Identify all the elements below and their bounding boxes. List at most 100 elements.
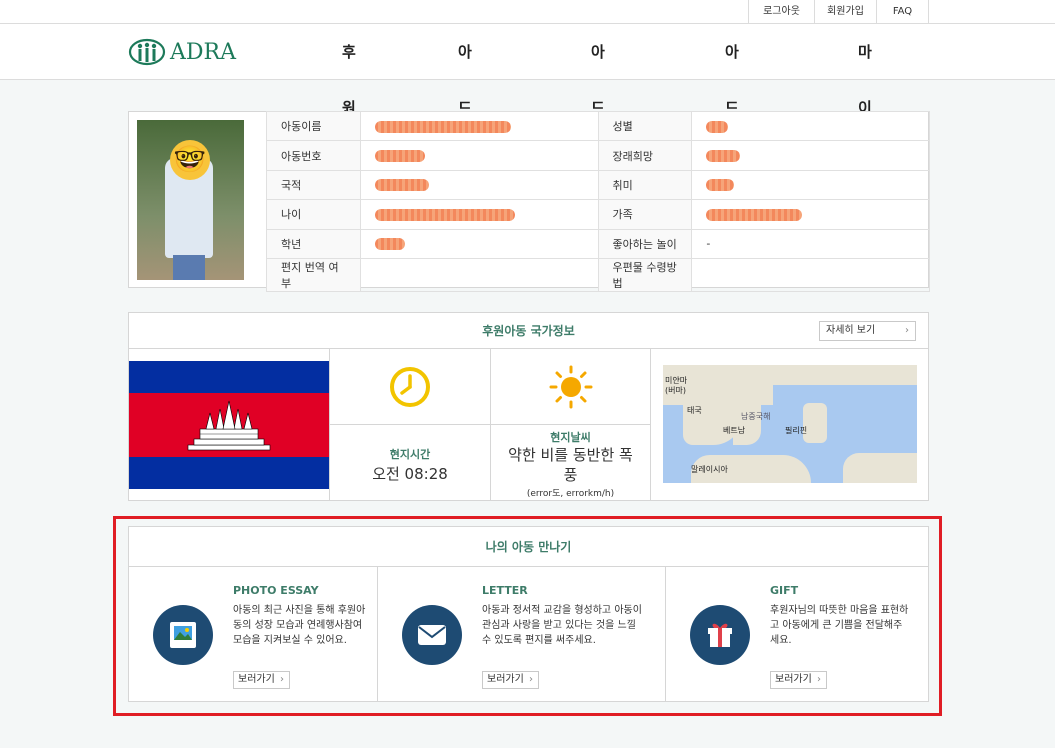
map-land [773, 365, 917, 385]
profile-table: 아동이름 성별 아동번호 장래희망 국적 취미 나이 가족 학년 좋아하는 놀이 [266, 110, 930, 292]
label-grade: 학년 [266, 228, 361, 259]
gift-card: GIFT 후원자님의 따뜻한 마음을 표현하고 아동에게 큰 기쁨을 전달해주세… [665, 567, 928, 701]
redacted-mark [374, 238, 405, 251]
logout-link[interactable]: 로그아웃 [749, 0, 815, 24]
value-gender [691, 110, 930, 142]
local-weather-detail: (error도, errorkm/h) [526, 489, 615, 499]
label-family: 가족 [597, 199, 693, 230]
view-button-label: 보러가기 [775, 674, 812, 685]
local-weather-cell: 현지날씨 약한 비를 동반한 폭풍 (error도, errorkm/h) [490, 349, 650, 500]
value-grade [359, 228, 599, 259]
brand-name: ADRA [170, 39, 236, 65]
label-child-number: 아동번호 [266, 140, 361, 171]
value-age [359, 199, 599, 230]
child-photo: 🤓 [137, 120, 244, 280]
map-land [843, 453, 917, 483]
label-dream: 장래희망 [597, 140, 693, 171]
map-land [803, 403, 827, 443]
clock-icon [390, 367, 430, 407]
photo-essay-card: PHOTO ESSAY 아동의 최근 사진을 통해 후원아동의 성장 모습과 연… [129, 567, 377, 701]
map-label-thailand: 태국 [687, 406, 702, 415]
child-legs [173, 255, 205, 280]
gift-heading: GIFT [770, 584, 799, 597]
angkor-wat-icon [187, 400, 271, 451]
label-gender: 성별 [597, 110, 693, 142]
cambodia-flag [129, 361, 329, 489]
value-dream [691, 140, 930, 171]
redacted-mark [706, 120, 729, 133]
letter-circle [402, 605, 462, 665]
country-map[interactable]: 미얀마 (버마) 태국 남중국해 베트남 필리핀 말레이시아 [663, 365, 917, 483]
gift-icon [708, 623, 732, 647]
label-letter-translation: 편지 번역 여부 [266, 257, 361, 292]
chevron-right-icon: › [280, 674, 284, 685]
label-age: 나이 [266, 199, 361, 230]
flag-stripe [129, 361, 329, 393]
redacted-mark [706, 179, 735, 192]
adra-logo-icon [128, 38, 166, 66]
local-time-label: 현지시간 [389, 448, 431, 461]
view-button-label: 보러가기 [487, 674, 524, 685]
value-family [691, 199, 930, 230]
map-label-malaysia: 말레이시아 [691, 465, 728, 474]
local-weather-value: 약한 비를 동반한 폭풍 [508, 446, 633, 484]
signup-link[interactable]: 회원가입 [815, 0, 877, 24]
meet-title: 나의 아동 만나기 [129, 527, 928, 567]
table-row: 국적 취미 [266, 169, 930, 201]
redacted-mark [374, 179, 429, 192]
local-time-value: 오전 08:28 [372, 465, 448, 483]
utility-links: 로그아웃 회원가입 FAQ [748, 0, 929, 24]
value-mail-receipt [691, 257, 930, 292]
local-time-cell: 현지시간 오전 08:28 [329, 349, 490, 500]
envelope-icon [418, 625, 446, 645]
letter-heading: LETTER [482, 584, 528, 597]
photo-essay-description: 아동의 최근 사진을 통해 후원아동의 성장 모습과 연례행사참여 모습을 지켜… [233, 605, 366, 646]
value-child-name [359, 110, 599, 142]
redacted-mark [374, 120, 511, 133]
map-label-vietnam: 베트남 [723, 426, 746, 435]
photo-essay-heading: PHOTO ESSAY [233, 584, 319, 597]
meet-my-child: 나의 아동 만나기 PHOTO ESSAY 아동의 최근 사진을 통해 후원아동… [128, 526, 929, 702]
table-row: 나이 가족 [266, 199, 930, 230]
label-mail-receipt: 우편물 수령방법 [597, 257, 693, 292]
table-row: 아동번호 장래희망 [266, 140, 930, 171]
value-hobby [691, 169, 930, 201]
table-row: 학년 좋아하는 놀이 - [266, 228, 930, 259]
chevron-right-icon: › [905, 325, 909, 336]
detail-button[interactable]: 자세히 보기 › [819, 321, 916, 341]
time-icon-area [330, 349, 490, 425]
label-nationality: 국적 [266, 169, 361, 201]
letter-view-button[interactable]: 보러가기 › [482, 671, 539, 689]
utility-bar: 로그아웃 회원가입 FAQ [0, 0, 1055, 24]
country-map-cell: 미얀마 (버마) 태국 남중국해 베트남 필리핀 말레이시아 [650, 349, 928, 500]
redacted-mark [374, 150, 425, 163]
label-favorite-play: 좋아하는 놀이 [597, 228, 693, 259]
redacted-mark [374, 208, 515, 221]
country-info: 후원아동 국가정보 자세히 보기 › 현지시간 오전 08:28 현지날씨 약한… [128, 312, 929, 501]
photo-icon [170, 622, 196, 648]
letter-description: 아동과 정서적 교감을 형성하고 아동이 관심과 사랑을 받고 있다는 것을 느… [482, 605, 642, 646]
map-label-philippines: 필리핀 [785, 426, 808, 435]
value-nationality [359, 169, 599, 201]
adra-logo[interactable]: ADRA [128, 38, 236, 66]
label-child-name: 아동이름 [266, 110, 361, 142]
gift-view-button[interactable]: 보러가기 › [770, 671, 827, 689]
faq-link[interactable]: FAQ [877, 0, 929, 24]
letter-card: LETTER 아동과 정서적 교감을 형성하고 아동이 관심과 사랑을 받고 있… [377, 567, 665, 701]
value-letter-translation [359, 257, 599, 292]
site-header: ADRA 후원하기 아드라 소개 아드라 활동 아드라 소식 마이아드라 [0, 24, 1055, 285]
chevron-right-icon: › [529, 674, 533, 685]
sun-icon [549, 365, 593, 409]
value-child-number [359, 140, 599, 171]
view-button-label: 보러가기 [238, 674, 275, 685]
country-info-title: 후원아동 국가정보 [129, 313, 928, 349]
table-row: 편지 번역 여부 우편물 수령방법 [266, 257, 930, 292]
weather-icon-area [491, 349, 650, 425]
gift-circle [690, 605, 750, 665]
redacted-mark [706, 150, 741, 163]
detail-button-label: 자세히 보기 [826, 325, 876, 336]
photo-essay-view-button[interactable]: 보러가기 › [233, 671, 290, 689]
label-hobby: 취미 [597, 169, 693, 201]
table-row: 아동이름 성별 [266, 110, 930, 142]
photo-essay-circle [153, 605, 213, 665]
